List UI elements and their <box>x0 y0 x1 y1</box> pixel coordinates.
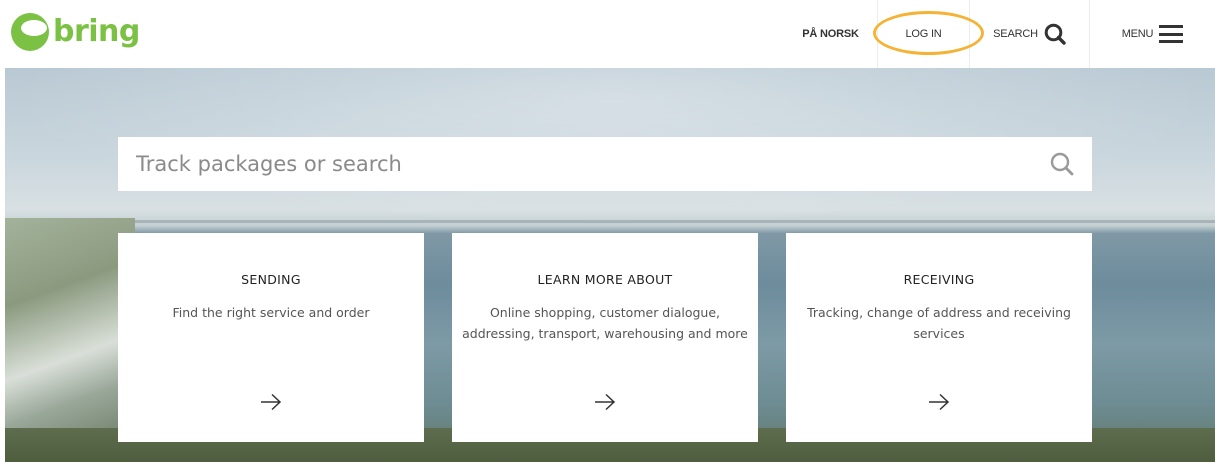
arrow-right-icon <box>260 393 282 411</box>
arrow-right-icon <box>928 393 950 411</box>
card-sending[interactable]: SENDING Find the right service and order <box>118 233 424 442</box>
search-icon[interactable] <box>1050 152 1074 176</box>
site-header: bring PÅ NORSK LOG IN SEARCH MENU <box>0 0 1215 68</box>
brand-name: bring <box>53 14 140 49</box>
bring-logo-icon <box>10 12 50 52</box>
card-learn-more[interactable]: LEARN MORE ABOUT Online shopping, custom… <box>452 233 758 442</box>
card-description: Find the right service and order <box>172 305 370 320</box>
login-label: LOG IN <box>905 28 942 40</box>
search-toggle[interactable]: SEARCH <box>969 0 1089 68</box>
coastline <box>5 218 135 462</box>
track-search-input[interactable] <box>118 137 1018 191</box>
login-link[interactable]: LOG IN <box>873 0 984 68</box>
language-link[interactable]: PÅ NORSK <box>784 0 877 68</box>
search-icon <box>1044 23 1066 45</box>
language-label: PÅ NORSK <box>802 28 859 40</box>
search-label: SEARCH <box>993 28 1038 40</box>
card-title: SENDING <box>241 272 301 287</box>
bring-logo[interactable]: bring <box>10 12 140 52</box>
top-nav: PÅ NORSK LOG IN SEARCH MENU <box>784 0 1215 68</box>
horizon <box>5 220 1215 223</box>
menu-label: MENU <box>1121 28 1154 40</box>
card-description: Online shopping, customer dialogue, addr… <box>462 305 748 341</box>
card-description: Tracking, change of address and receivin… <box>807 305 1071 341</box>
card-title: LEARN MORE ABOUT <box>537 272 673 287</box>
hamburger-icon <box>1159 25 1184 43</box>
track-search-bar <box>118 137 1092 191</box>
card-receiving[interactable]: RECEIVING Tracking, change of address an… <box>786 233 1092 442</box>
arrow-right-icon <box>594 393 616 411</box>
card-title: RECEIVING <box>903 272 975 287</box>
menu-toggle[interactable]: MENU <box>1089 0 1215 68</box>
